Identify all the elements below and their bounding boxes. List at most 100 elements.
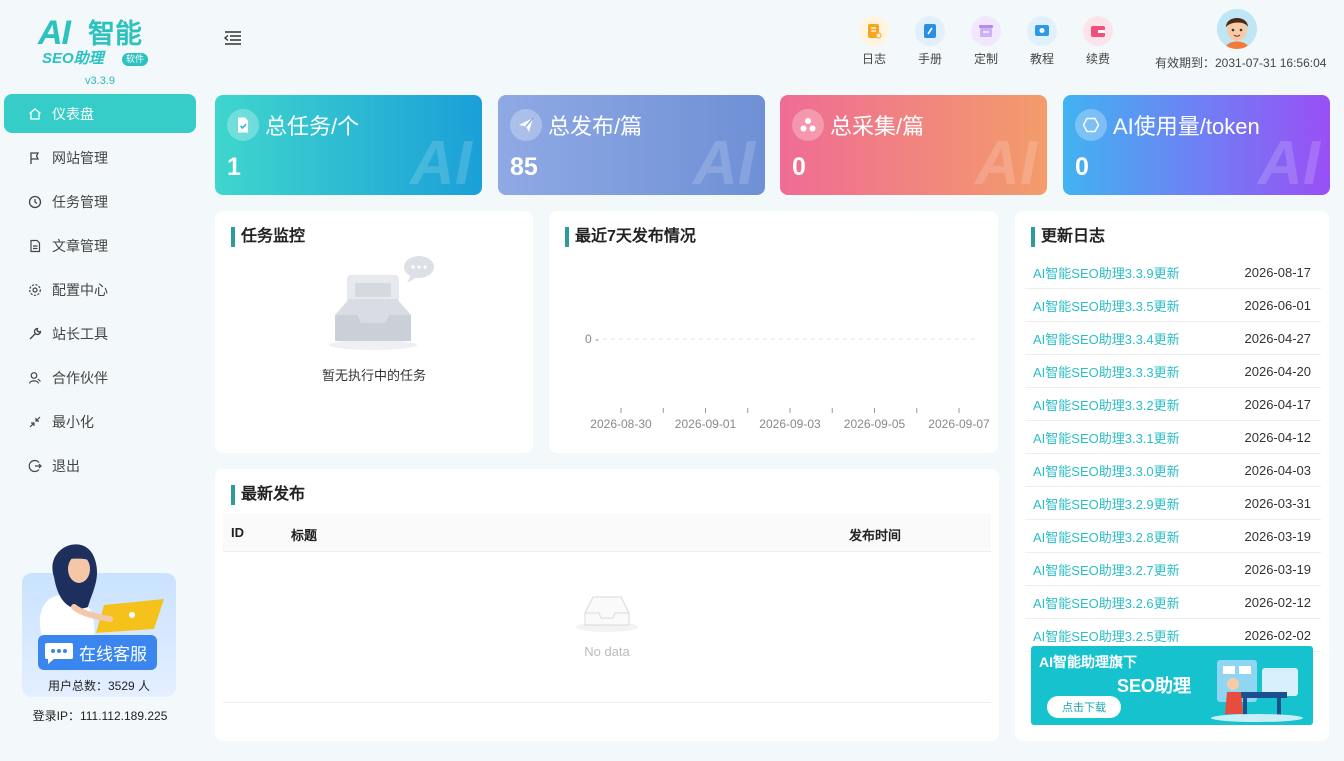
changelog-item-title[interactable]: AI智能SEO助理3.2.9更新: [1033, 494, 1180, 513]
latest-publish-panel: 最新发布 ID 标题 发布时间 No data: [215, 469, 999, 741]
service-agent-illustration: [39, 544, 164, 637]
sidebar-item-logout[interactable]: 退出: [4, 446, 196, 485]
sidebar-item-label: 任务管理: [52, 193, 108, 210]
minimize-icon: [26, 415, 44, 429]
tutorial-label: 教程: [1029, 52, 1054, 66]
header-actions: 日志 手册 定制 教程 续费: [846, 16, 1126, 67]
log-icon: [868, 24, 882, 39]
sidebar-item-minimize[interactable]: 最小化: [4, 402, 196, 441]
wrench-icon: [26, 327, 44, 341]
user-avatar[interactable]: [1217, 9, 1257, 49]
chat-bubble-icon: [45, 642, 73, 664]
log-button[interactable]: 日志: [846, 16, 902, 67]
custom-label: 定制: [973, 52, 998, 66]
table-header: ID 标题 发布时间: [223, 514, 991, 552]
x-tick-label: 2026-09-05: [844, 417, 906, 431]
publish-line-chart: 0 - 2026-08-30 2026-09-01 2026-09-03 2026-09…: [585, 332, 990, 431]
changelog-title: 更新日志: [1031, 227, 1105, 247]
sidebar-item-label: 合作伙伴: [52, 369, 108, 386]
changelog-item[interactable]: AI智能SEO助理3.3.1更新 2026-04-12: [1025, 421, 1321, 454]
x-tick-label: 2026-09-07: [928, 417, 990, 431]
changelog-item[interactable]: AI智能SEO助理3.2.6更新 2026-02-12: [1025, 586, 1321, 619]
ai-watermark: AI: [975, 129, 1037, 195]
changelog-item-date: 2026-04-17: [1244, 396, 1312, 412]
changelog-item-title[interactable]: AI智能SEO助理3.2.5更新: [1033, 626, 1180, 645]
publish-chart-panel: 最近7天发布情况 0 -2026-08-30 2026-09-01 2026-09-…: [549, 211, 998, 453]
empty-box-icon: [576, 596, 638, 632]
changelog-item[interactable]: AI智能SEO助理3.3.4更新 2026-04-27: [1025, 322, 1321, 355]
changelog-item-title[interactable]: AI智能SEO助理3.3.9更新: [1033, 263, 1180, 282]
log-label: 日志: [861, 52, 886, 66]
document-icon: [26, 239, 44, 253]
stat-card-published: 总发布/篇 85 AI: [498, 95, 765, 195]
changelog-item-title[interactable]: AI智能SEO助理3.3.2更新: [1033, 395, 1180, 414]
sidebar-item-label: 站长工具: [52, 325, 108, 342]
sidebar-item-dashboard[interactable]: 仪表盘: [4, 94, 196, 133]
manual-label: 手册: [917, 52, 942, 66]
clock-icon: [26, 195, 44, 209]
collect-icon: [792, 109, 824, 141]
sidebar-item-label: 网站管理: [52, 149, 108, 166]
changelog-item[interactable]: AI智能SEO助理3.2.8更新 2026-03-19: [1025, 520, 1321, 553]
ai-watermark: AI: [693, 129, 755, 195]
changelog-item-title[interactable]: AI智能SEO助理3.3.5更新: [1033, 296, 1180, 315]
changelog-item[interactable]: AI智能SEO助理3.2.9更新 2026-03-31: [1025, 487, 1321, 520]
sidebar-item-label: 配置中心: [52, 281, 108, 298]
column-publish-time[interactable]: 发布时间: [849, 525, 901, 544]
changelog-item-title[interactable]: AI智能SEO助理3.3.1更新: [1033, 428, 1180, 447]
changelog-item-date: 2026-06-01: [1244, 297, 1312, 313]
sidebar-item-config[interactable]: 配置中心: [4, 270, 196, 309]
home-icon: [26, 107, 44, 121]
changelog-item-title[interactable]: AI智能SEO助理3.3.3更新: [1033, 362, 1180, 381]
changelog-item[interactable]: AI智能SEO助理3.3.2更新 2026-04-17: [1025, 388, 1321, 421]
changelog-item-title[interactable]: AI智能SEO助理3.2.8更新: [1033, 527, 1180, 546]
changelog-item-title[interactable]: AI智能SEO助理3.2.6更新: [1033, 593, 1180, 612]
changelog-item-date: 2026-04-12: [1244, 429, 1312, 445]
changelog-item[interactable]: AI智能SEO助理3.2.7更新 2026-03-19: [1025, 553, 1321, 586]
changelog-item[interactable]: AI智能SEO助理3.3.5更新 2026-06-01: [1025, 289, 1321, 322]
changelog-item-title[interactable]: AI智能SEO助理3.3.4更新: [1033, 329, 1180, 348]
sidebar-item-label: 仪表盘: [52, 105, 94, 122]
menu-collapse-icon[interactable]: [222, 28, 244, 48]
logo-tag: 软件: [122, 53, 149, 66]
flag-icon: [26, 151, 44, 165]
changelog-panel: 更新日志 AI智能SEO助理3.3.9更新 2026-08-17 AI智能SEO助理…: [1015, 211, 1329, 741]
stat-title: 总采集/篇: [830, 114, 925, 139]
tutorial-button[interactable]: 教程: [1014, 16, 1070, 67]
sidebar-menu: 仪表盘 网站管理 任务管理 文章管理 配置中心 站长工具 合作伙伴 最小化 退出: [4, 94, 196, 490]
changelog-item[interactable]: AI智能SEO助理3.3.3更新 2026-04-20: [1025, 355, 1321, 388]
column-title[interactable]: 标题: [291, 525, 317, 544]
sidebar-item-label: 文章管理: [52, 237, 108, 254]
changelog-item-title[interactable]: AI智能SEO助理3.3.0更新: [1033, 461, 1180, 480]
login-ip: 登录IP：111.112.189.225: [32, 709, 168, 723]
changelog-item[interactable]: AI智能SEO助理3.3.0更新 2026-04-03: [1025, 454, 1321, 487]
sidebar-item-sites[interactable]: 网站管理: [4, 138, 196, 177]
download-button[interactable]: 点击下载: [1047, 696, 1121, 718]
changelog-item-title[interactable]: AI智能SEO助理3.2.7更新: [1033, 560, 1180, 579]
stat-title: 总任务/个: [265, 114, 360, 139]
logo-zh-text: 智能: [88, 19, 142, 49]
custom-button[interactable]: 定制: [958, 16, 1014, 67]
online-service-label: 在线客服: [79, 645, 147, 664]
online-service-button[interactable]: 在线客服: [38, 635, 157, 670]
download-banner[interactable]: AI智能助理旗下 SEO助理 点击下载: [1031, 646, 1313, 725]
changelog-item[interactable]: AI智能SEO助理3.3.9更新 2026-08-17: [1025, 256, 1321, 289]
manual-button[interactable]: 手册: [902, 16, 958, 67]
sidebar-item-partners[interactable]: 合作伙伴: [4, 358, 196, 397]
changelog-item-date: 2026-03-19: [1244, 528, 1312, 544]
stat-value: 0: [792, 153, 806, 181]
table-bottom-border: [223, 702, 991, 703]
banner-line1: AI智能助理旗下: [1039, 654, 1137, 670]
changelog-item-date: 2026-02-02: [1244, 627, 1312, 643]
total-users: 用户总数：3529 人: [47, 679, 151, 693]
tutorial-icon: [1035, 25, 1049, 36]
ai-watermark: AI: [410, 129, 472, 195]
sidebar-item-tasks[interactable]: 任务管理: [4, 182, 196, 221]
renew-button[interactable]: 续费: [1070, 16, 1126, 67]
sidebar-item-tools[interactable]: 站长工具: [4, 314, 196, 353]
column-id[interactable]: ID: [231, 525, 244, 540]
empty-task-text: 暂无执行中的任务: [321, 368, 426, 383]
logout-icon: [26, 459, 44, 473]
sidebar-item-label: 退出: [52, 457, 80, 474]
sidebar-item-articles[interactable]: 文章管理: [4, 226, 196, 265]
